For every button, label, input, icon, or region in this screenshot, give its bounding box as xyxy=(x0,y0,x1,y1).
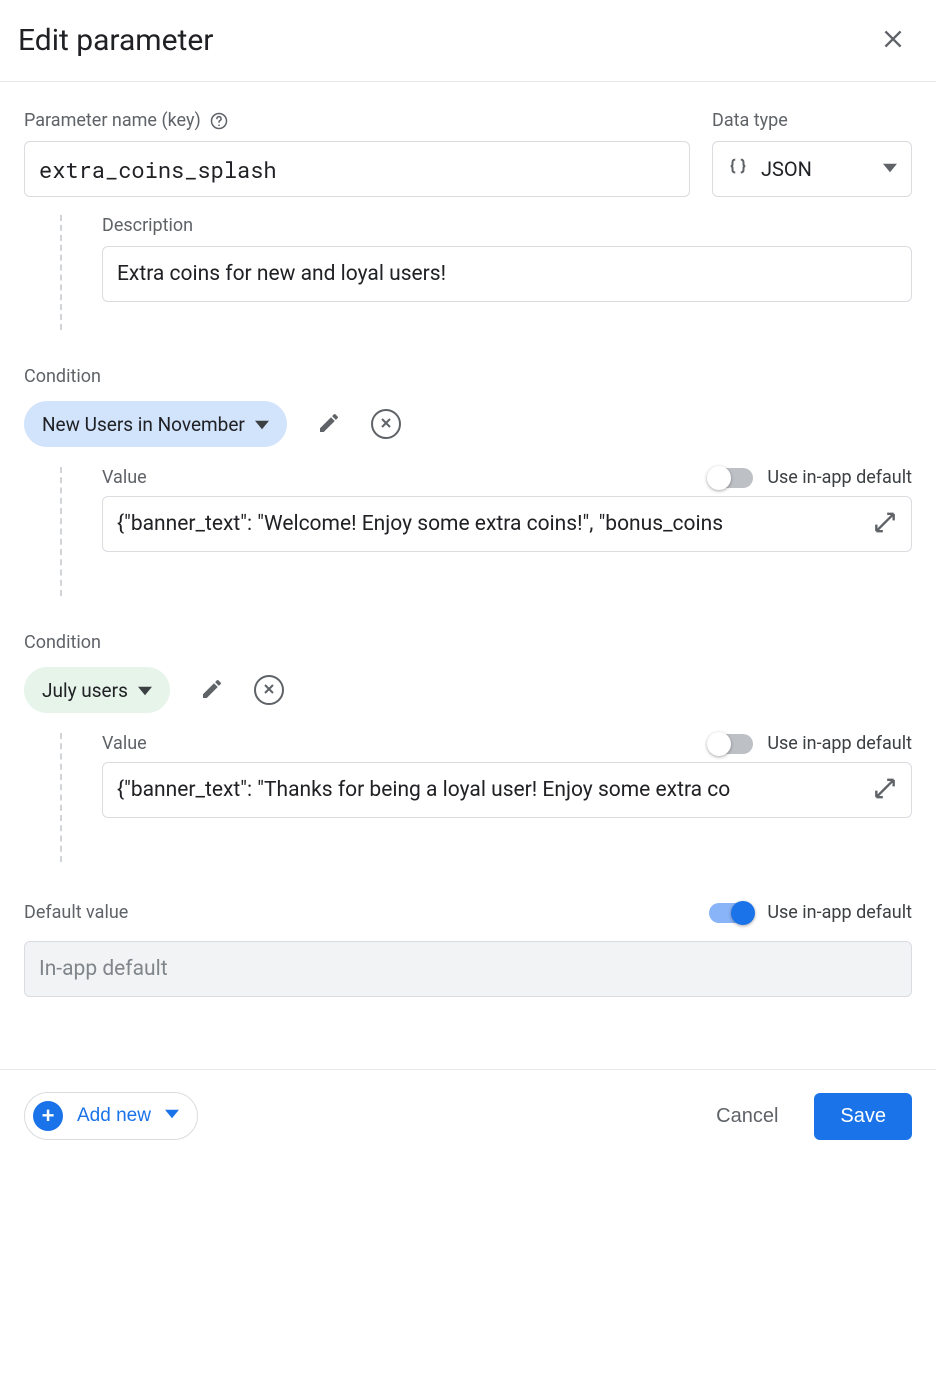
cancel-button[interactable]: Cancel xyxy=(710,1095,784,1138)
condition-label-2: Condition xyxy=(24,632,912,653)
pencil-icon xyxy=(200,677,224,704)
expand-value-button[interactable] xyxy=(868,506,902,543)
default-value-label: Default value xyxy=(24,902,128,923)
save-button[interactable]: Save xyxy=(814,1093,912,1140)
parameter-name-input[interactable] xyxy=(24,141,690,197)
condition-value-text: {"banner_text": "Welcome! Enjoy some ext… xyxy=(117,512,723,536)
use-default-toggle-2[interactable] xyxy=(709,734,753,754)
use-default-toggle-main[interactable] xyxy=(709,903,753,923)
x-icon xyxy=(261,681,277,700)
plus-icon: + xyxy=(33,1101,63,1131)
help-icon[interactable] xyxy=(209,111,229,131)
pencil-icon xyxy=(317,411,341,438)
description-input[interactable] xyxy=(102,246,912,302)
data-type-select[interactable]: JSON xyxy=(712,141,912,197)
data-type-value: JSON xyxy=(761,157,871,181)
close-button[interactable] xyxy=(874,20,912,61)
condition-value-input-1[interactable]: {"banner_text": "Welcome! Enjoy some ext… xyxy=(102,496,912,552)
caret-down-icon xyxy=(138,684,152,698)
use-default-label: Use in-app default xyxy=(767,733,912,754)
condition-chip-july-users[interactable]: July users xyxy=(24,667,170,713)
add-new-button[interactable]: + Add new xyxy=(24,1092,198,1140)
condition-value-text: {"banner_text": "Thanks for being a loya… xyxy=(117,778,730,802)
remove-condition-button[interactable] xyxy=(371,409,401,439)
json-braces-icon xyxy=(727,156,749,182)
remove-condition-button[interactable] xyxy=(254,675,284,705)
condition-chip-label: New Users in November xyxy=(42,413,245,436)
condition-chip-new-users[interactable]: New Users in November xyxy=(24,401,287,447)
x-icon xyxy=(378,415,394,434)
tree-line xyxy=(60,215,62,330)
expand-icon xyxy=(872,790,898,805)
condition-value-input-2[interactable]: {"banner_text": "Thanks for being a loya… xyxy=(102,762,912,818)
data-type-label: Data type xyxy=(712,110,788,131)
caret-down-icon xyxy=(255,418,269,432)
description-label: Description xyxy=(102,215,193,236)
expand-icon xyxy=(872,524,898,539)
caret-down-icon xyxy=(165,1105,179,1127)
close-icon xyxy=(880,40,906,55)
value-label: Value xyxy=(102,467,147,488)
tree-line xyxy=(60,467,62,596)
expand-value-button[interactable] xyxy=(868,772,902,809)
use-default-label: Use in-app default xyxy=(767,902,912,923)
caret-down-icon xyxy=(883,160,897,179)
parameter-name-label: Parameter name (key) xyxy=(24,110,201,131)
edit-condition-button[interactable] xyxy=(194,671,230,710)
condition-label-1: Condition xyxy=(24,366,912,387)
condition-chip-label: July users xyxy=(42,679,128,702)
use-default-toggle-1[interactable] xyxy=(709,468,753,488)
default-value-input: In-app default xyxy=(24,941,912,997)
page-title: Edit parameter xyxy=(18,23,213,58)
value-label: Value xyxy=(102,733,147,754)
default-value-placeholder: In-app default xyxy=(39,957,168,981)
edit-condition-button[interactable] xyxy=(311,405,347,444)
use-default-label: Use in-app default xyxy=(767,467,912,488)
tree-line xyxy=(60,733,62,862)
add-new-label: Add new xyxy=(77,1105,151,1127)
